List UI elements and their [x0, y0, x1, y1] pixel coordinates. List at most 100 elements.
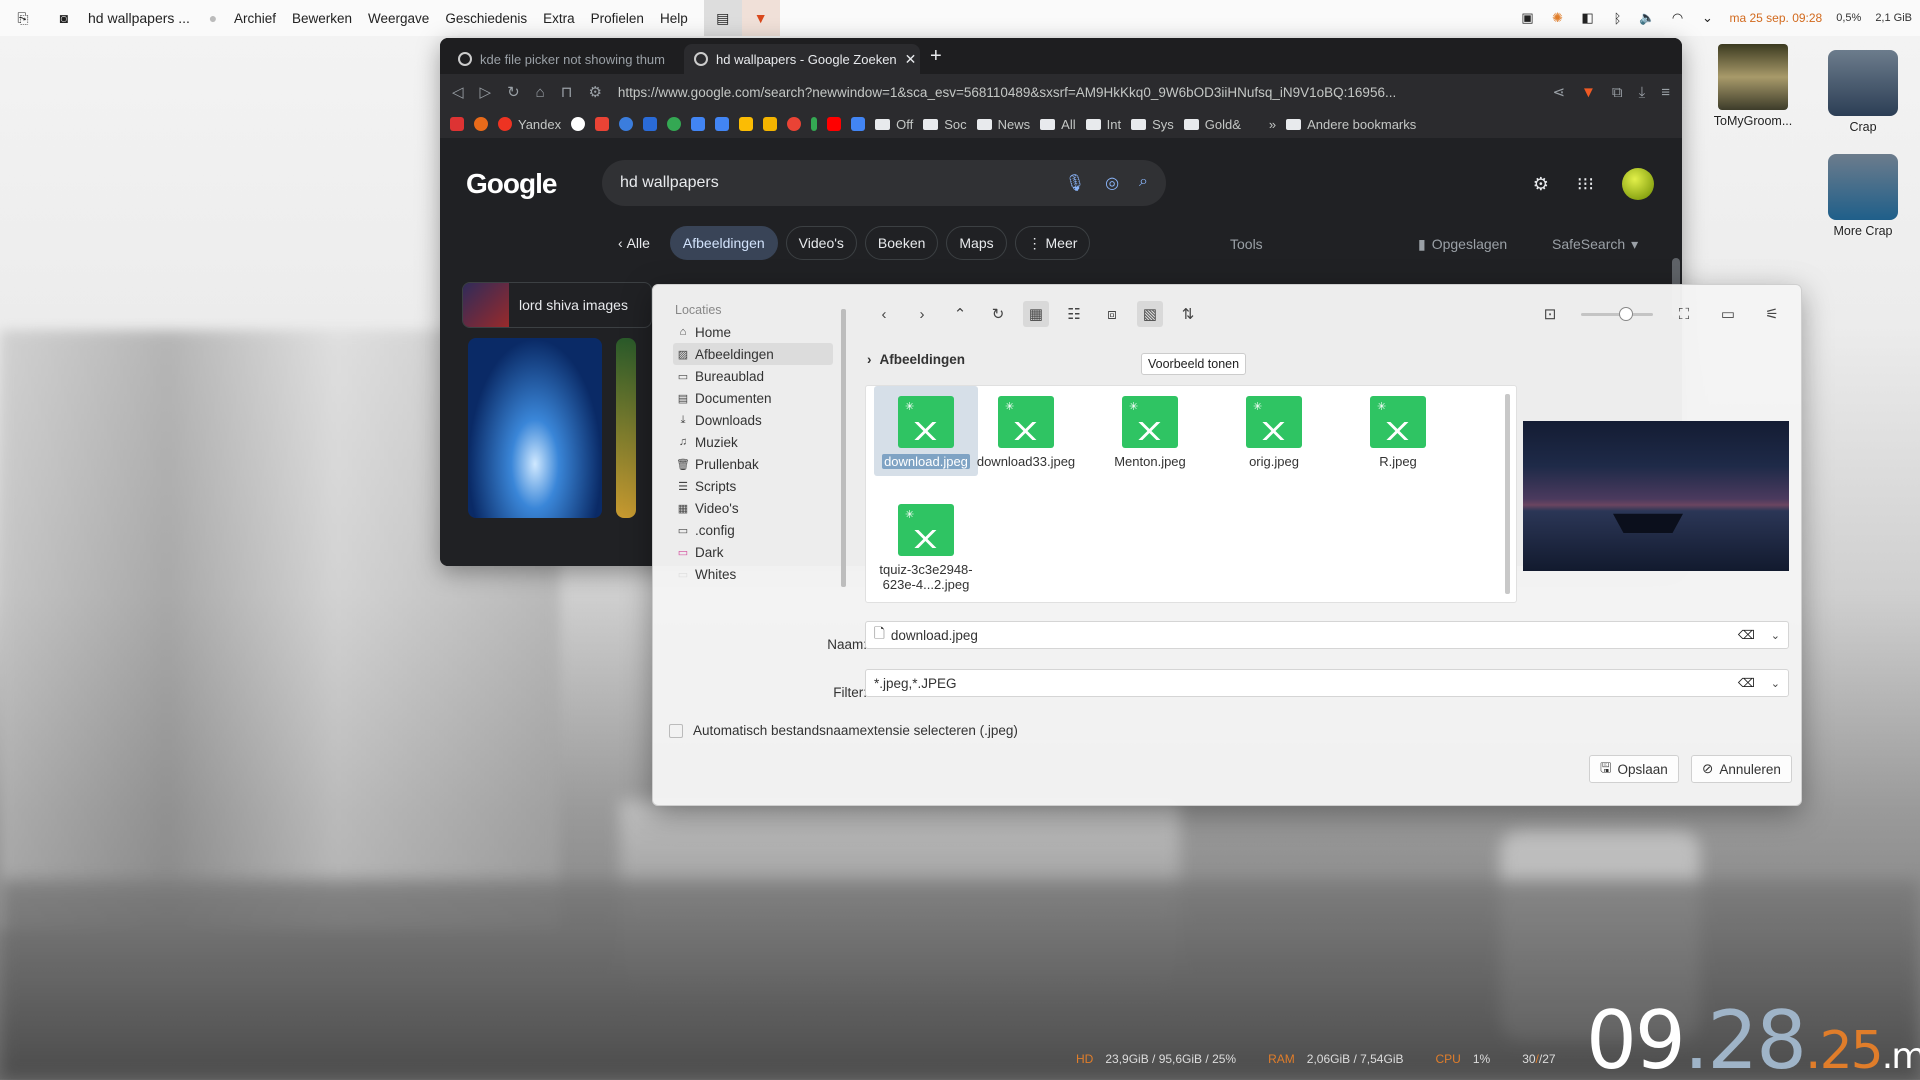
menu-archief[interactable]: Archief [226, 11, 284, 26]
bluetooth-icon[interactable]: ᛒ [1610, 10, 1626, 26]
youtube-icon[interactable] [827, 117, 842, 131]
tab-kde-file-picker[interactable]: kde file picker not showing thum [448, 44, 684, 74]
home-icon[interactable]: ⌂ [536, 84, 545, 101]
brave-shields-icon[interactable]: ▼ [1581, 84, 1596, 101]
chip-all[interactable]: ‹ Alle [606, 226, 662, 260]
file-view-scrollbar[interactable] [1505, 394, 1510, 594]
file-item[interactable]: orig.jpeg [1222, 386, 1326, 469]
translate-icon[interactable] [851, 117, 866, 131]
url-field[interactable]: https://www.google.com/search?newwindow=… [618, 85, 1537, 100]
menu-extra[interactable]: Extra [535, 11, 583, 26]
app-launcher-icon[interactable]: ⎘ [0, 0, 46, 36]
filter-field[interactable]: *.jpeg,*.JPEG ⌫ ⌄ [865, 669, 1789, 697]
search-query[interactable]: hd wallpapers [620, 174, 719, 192]
menu-bewerken[interactable]: Bewerken [284, 11, 360, 26]
menu-icon[interactable]: ≡ [1661, 84, 1670, 101]
chip-more[interactable]: ⋮ Meer [1014, 226, 1091, 260]
icon-view-icon[interactable]: ▦ [1023, 301, 1049, 327]
new-tab-button[interactable]: + [930, 45, 942, 68]
brave-task-icon[interactable]: ▼ [741, 0, 780, 36]
file-item[interactable]: R.jpeg [1346, 386, 1450, 469]
share-icon[interactable]: ⋖ [1552, 83, 1565, 101]
bookmark-folder-sys[interactable]: Sys [1131, 117, 1174, 132]
bookmark-folder-all[interactable]: All [1040, 117, 1075, 132]
file-item[interactable]: Menton.jpeg [1098, 386, 1202, 469]
desktop-icon-tomygroom[interactable]: ToMyGroom... [1708, 44, 1798, 128]
bookmark-favicon-icon[interactable] [643, 117, 658, 131]
google-logo[interactable]: Google [466, 168, 557, 200]
bookmark-favicon-icon[interactable] [811, 117, 818, 131]
tree-view-icon[interactable]: ⧈ [1099, 301, 1125, 327]
place-prullenbak[interactable]: 🗑 Prullenbak [673, 453, 833, 475]
compact-view-icon[interactable]: ☷ [1061, 301, 1087, 327]
bookmark-favicon-icon[interactable] [474, 117, 488, 131]
chip-videos[interactable]: Video's [785, 226, 857, 260]
tray-expand-icon[interactable]: ⌄ [1700, 10, 1716, 26]
back-icon[interactable]: ◁ [452, 83, 464, 101]
filter-value[interactable]: *.jpeg,*.JPEG [874, 676, 957, 691]
options-icon[interactable]: ⚟ [1759, 301, 1785, 327]
tools-button[interactable]: Tools [1230, 236, 1263, 252]
place-documenten[interactable]: ▤ Documenten [673, 387, 833, 409]
place-downloads[interactable]: ⤓ Downloads [673, 409, 833, 431]
tab-hd-wallpapers[interactable]: hd wallpapers - Google Zoeken ✕ [684, 44, 920, 74]
chevron-down-icon[interactable]: ⌄ [1771, 677, 1780, 690]
back-icon[interactable]: ‹ [871, 301, 897, 327]
reload-icon[interactable]: ↻ [985, 301, 1011, 327]
panel-clock[interactable]: ma 25 sep. 09:28 [1730, 11, 1823, 25]
place-config[interactable]: ▭ .config [673, 519, 833, 541]
saved-button[interactable]: ▮ Opgeslagen [1418, 236, 1507, 253]
chip-books[interactable]: Boeken [864, 226, 939, 260]
bookmark-folder-off[interactable]: Off [875, 117, 913, 132]
maps-icon[interactable] [667, 117, 682, 131]
site-settings-icon[interactable]: ⚙ [588, 83, 601, 101]
image-result-partial[interactable] [616, 338, 636, 518]
bookmark-yandex[interactable]: Yandex [498, 117, 561, 132]
checkbox[interactable] [669, 723, 683, 738]
parent-folder-icon[interactable]: ⌃ [947, 301, 973, 327]
menu-profielen[interactable]: Profielen [583, 11, 652, 26]
extensions-icon[interactable]: ⧉ [1612, 84, 1623, 101]
google-icon[interactable] [571, 117, 586, 131]
cancel-button[interactable]: ⊘ Annuleren [1691, 755, 1792, 783]
related-search-suggestion[interactable]: lord shiva images [462, 282, 652, 328]
zoom-in-icon[interactable]: ⛶ [1671, 301, 1697, 327]
bookmark-favicon-icon[interactable] [450, 117, 464, 131]
bookmark-folder-soc[interactable]: Soc [923, 117, 966, 132]
bookmark-icon[interactable]: ⊓ [561, 83, 573, 101]
voice-search-icon[interactable]: 🎙 [1065, 173, 1085, 193]
chip-maps[interactable]: Maps [946, 226, 1007, 260]
place-dark[interactable]: ▭ Dark [673, 541, 833, 563]
gmail-icon[interactable] [595, 117, 610, 131]
auto-extension-checkbox[interactable]: Automatisch bestandsnaamextensie selecte… [669, 723, 1018, 738]
place-share[interactable]: ▭share [673, 585, 833, 590]
breadcrumb[interactable]: › Afbeeldingen [867, 352, 965, 367]
screenshot-icon[interactable]: ◙ [46, 0, 82, 36]
clipboard-icon[interactable]: ◧ [1580, 10, 1596, 26]
docs-icon[interactable] [715, 117, 730, 131]
chevron-down-icon[interactable]: ⌄ [1771, 629, 1780, 642]
zoom-out-icon[interactable]: ⊡ [1537, 301, 1563, 327]
other-bookmarks[interactable]: Andere bookmarks [1286, 117, 1416, 132]
volume-icon[interactable]: 🔈 [1639, 10, 1655, 26]
file-item[interactable]: download33.jpeg [974, 386, 1078, 469]
place-home[interactable]: ⌂ Home [673, 321, 833, 343]
file-item[interactable]: tquiz-3c3e2948-623e-4...2.jpeg [874, 494, 978, 592]
notes-icon[interactable]: ▣ [1520, 10, 1536, 26]
settings-gear-icon[interactable]: ⚙ [1533, 174, 1549, 195]
apps-grid-icon[interactable]: ⁝⁝⁝ [1577, 174, 1594, 195]
place-videos[interactable]: ▦ Video's [673, 497, 833, 519]
active-window-title[interactable]: hd wallpapers ... [82, 0, 200, 36]
calendar-icon[interactable] [691, 117, 706, 131]
keep-icon[interactable] [763, 117, 778, 131]
save-button[interactable]: 🖫 Opslaan [1589, 755, 1679, 783]
lens-icon[interactable]: ◎ [1105, 173, 1119, 193]
download-icon[interactable]: ⤓ [1639, 84, 1646, 101]
safesearch-button[interactable]: SafeSearch ▾ [1552, 236, 1638, 253]
clear-icon[interactable]: ⌫ [1738, 676, 1755, 690]
forward-icon[interactable]: › [909, 301, 935, 327]
chip-images[interactable]: Afbeeldingen [669, 226, 778, 260]
photos-icon[interactable] [787, 117, 802, 131]
place-bureaublad[interactable]: ▭ Bureaublad [673, 365, 833, 387]
desktop-icon-more-crap[interactable]: More Crap [1818, 154, 1908, 238]
